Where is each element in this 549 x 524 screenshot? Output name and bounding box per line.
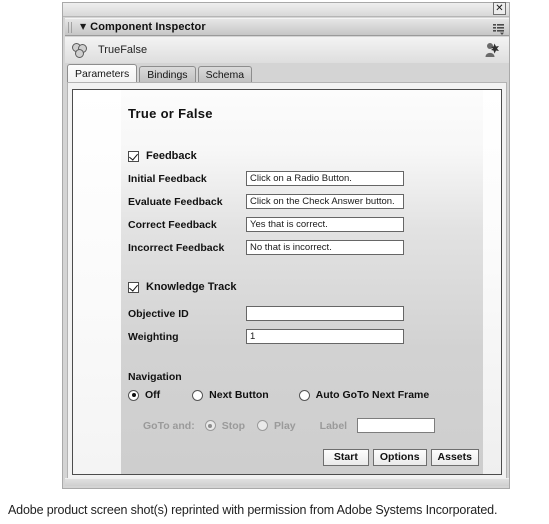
- nav-option-auto-goto[interactable]: Auto GoTo Next Frame: [298, 389, 430, 401]
- panel-menu-icon[interactable]: [493, 22, 505, 35]
- window-bottom-strip: [65, 478, 509, 486]
- nav-option-auto-goto-radio[interactable]: [298, 389, 310, 401]
- objective-id-input[interactable]: [246, 306, 404, 321]
- goto-option-stop-radio: [204, 420, 216, 431]
- goto-option-play: Play: [257, 420, 296, 432]
- goto-option-play-label: Play: [274, 419, 296, 432]
- instance-name: TrueFalse: [98, 44, 148, 56]
- panel-titlebar[interactable]: ▼ Component Inspector: [65, 18, 509, 36]
- options-button[interactable]: Options: [372, 449, 427, 466]
- initial-feedback-input[interactable]: [246, 171, 404, 186]
- panel-button-row: Start Options Assets: [322, 449, 479, 466]
- component-inspector-window: ✕ ▼ Component Inspector TrueFalse Parame…: [62, 2, 510, 489]
- goto-option-play-radio: [257, 420, 269, 431]
- navigation-section-title: Navigation: [128, 371, 182, 383]
- nav-option-off-radio[interactable]: [128, 389, 139, 401]
- goto-option-stop-label: Stop: [221, 419, 246, 432]
- objective-id-row: Objective ID: [128, 306, 404, 321]
- form-heading: True or False: [128, 106, 213, 121]
- start-button[interactable]: Start: [322, 449, 369, 466]
- weighting-label: Weighting: [128, 330, 179, 343]
- close-icon[interactable]: ✕: [493, 2, 506, 15]
- goto-option-stop: Stop: [204, 419, 246, 432]
- nav-option-auto-goto-label: Auto GoTo Next Frame: [315, 389, 430, 401]
- panel-title: Component Inspector: [90, 21, 206, 33]
- evaluate-feedback-input[interactable]: [246, 194, 404, 209]
- nav-option-next-button-label: Next Button: [209, 389, 269, 401]
- incorrect-feedback-input[interactable]: [246, 240, 404, 255]
- nav-option-off[interactable]: Off: [128, 389, 160, 401]
- weighting-row: Weighting: [128, 329, 404, 344]
- evaluate-feedback-label: Evaluate Feedback: [128, 195, 223, 208]
- correct-feedback-row: Correct Feedback: [128, 217, 404, 232]
- tab-parameters[interactable]: Parameters: [67, 64, 138, 83]
- goto-label-caption: Label: [319, 419, 348, 432]
- component-icon: [72, 42, 89, 58]
- drag-grip-icon[interactable]: [68, 21, 75, 33]
- tab-schema[interactable]: Schema: [197, 66, 253, 83]
- parameters-form: True or False Feedback Initial Feedback …: [73, 90, 501, 474]
- window-title-strip: ✕: [63, 2, 509, 17]
- tab-bar: Parameters Bindings Schema: [67, 64, 509, 83]
- figure-caption: Adobe product screen shot(s) reprinted w…: [8, 503, 498, 517]
- parameters-panel: True or False Feedback Initial Feedback …: [67, 82, 507, 480]
- goto-and-label: GoTo and:: [143, 419, 195, 432]
- objective-id-label: Objective ID: [128, 307, 189, 320]
- person-search-icon[interactable]: [483, 41, 501, 59]
- nav-option-next-button-radio[interactable]: [192, 389, 204, 401]
- weighting-input[interactable]: [246, 329, 404, 344]
- correct-feedback-input[interactable]: [246, 217, 404, 232]
- goto-and-row: GoTo and: Stop Play Label: [143, 418, 436, 433]
- incorrect-feedback-label: Incorrect Feedback: [128, 241, 225, 254]
- parameters-panel-inner: True or False Feedback Initial Feedback …: [72, 89, 502, 475]
- tab-bindings[interactable]: Bindings: [139, 66, 196, 83]
- knowledge-track-checkbox-label: Knowledge Track: [146, 281, 237, 293]
- nav-option-off-label: Off: [145, 389, 161, 401]
- chevron-down-icon[interactable]: ▼: [80, 23, 86, 31]
- evaluate-feedback-row: Evaluate Feedback: [128, 194, 404, 209]
- navigation-radio-group: Off Next Button Auto GoTo Next Frame: [128, 389, 441, 401]
- initial-feedback-row: Initial Feedback: [128, 171, 404, 186]
- feedback-checkbox-label: Feedback: [146, 150, 197, 162]
- feedback-checkbox[interactable]: [128, 150, 139, 162]
- nav-option-next-button[interactable]: Next Button: [192, 389, 269, 401]
- initial-feedback-label: Initial Feedback: [128, 172, 207, 185]
- knowledge-track-checkbox-row[interactable]: Knowledge Track: [128, 281, 236, 293]
- goto-label-input: [357, 418, 436, 433]
- incorrect-feedback-row: Incorrect Feedback: [128, 240, 404, 255]
- correct-feedback-label: Correct Feedback: [128, 218, 217, 231]
- feedback-checkbox-row[interactable]: Feedback: [128, 150, 197, 162]
- instance-row: TrueFalse: [65, 37, 509, 63]
- knowledge-track-checkbox[interactable]: [128, 281, 139, 293]
- assets-button[interactable]: Assets: [430, 449, 479, 466]
